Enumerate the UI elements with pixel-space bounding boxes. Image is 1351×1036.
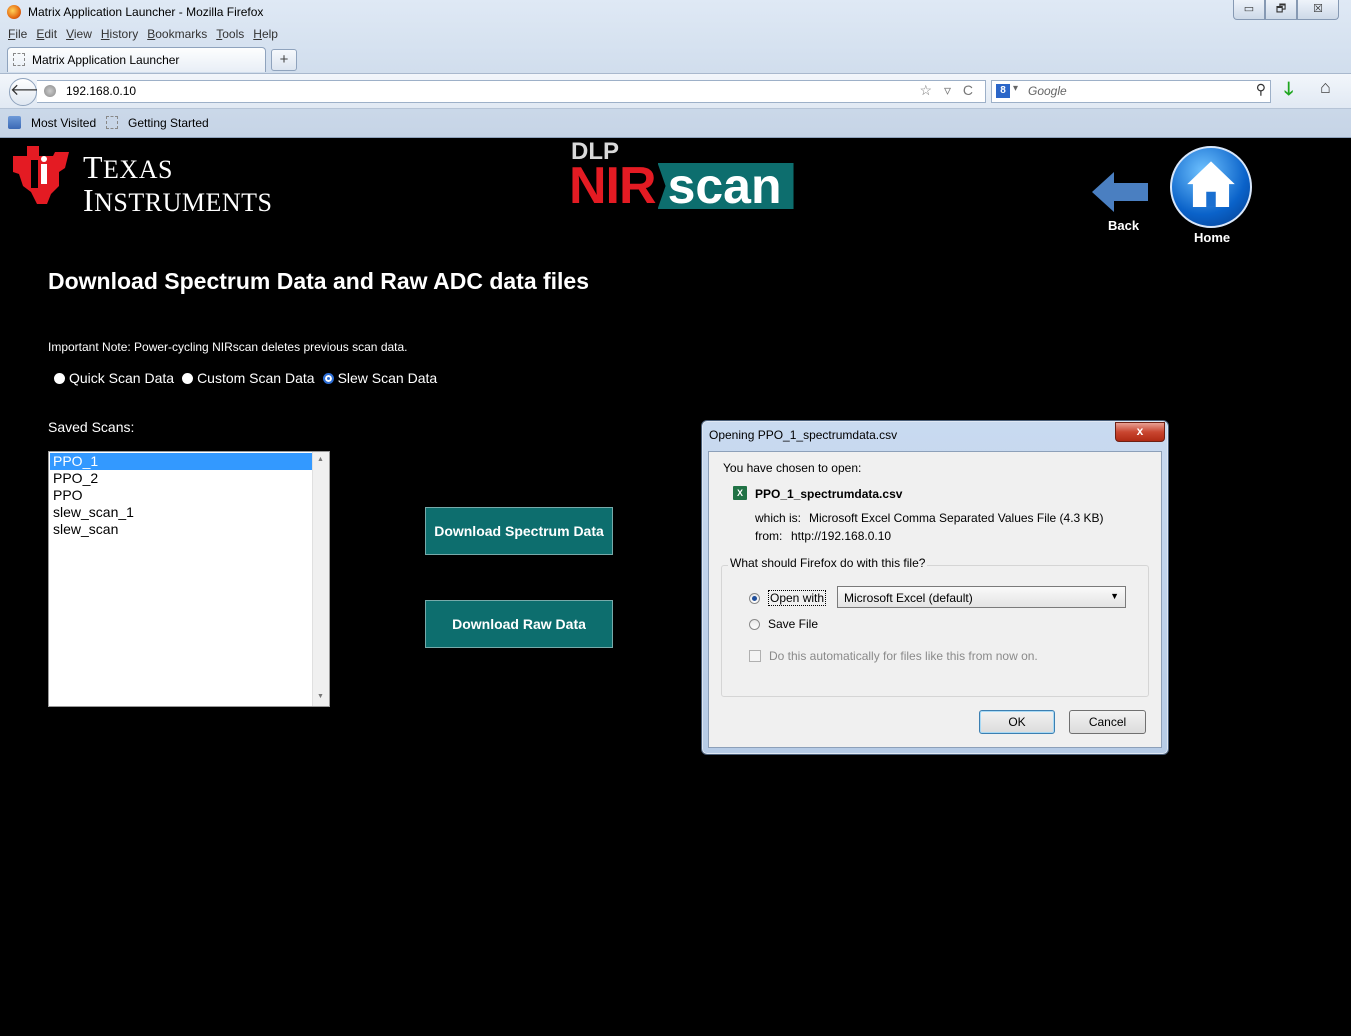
- from-value: http://192.168.0.10: [791, 529, 892, 543]
- menu-edit[interactable]: Edit: [36, 27, 57, 41]
- bookmark-most-visited[interactable]: Most Visited: [31, 116, 96, 130]
- scroll-up-icon[interactable]: ▲: [317, 456, 324, 463]
- firefox-logo-icon: [7, 5, 21, 19]
- close-window-button[interactable]: ☒: [1297, 0, 1339, 20]
- dialog-title: Opening PPO_1_spectrumdata.csv: [709, 428, 898, 442]
- open-with-radio[interactable]: [749, 592, 760, 604]
- new-tab-button[interactable]: +: [271, 49, 297, 71]
- bookmark-getting-started[interactable]: Getting Started: [128, 116, 209, 130]
- list-item[interactable]: slew_scan_1: [50, 504, 313, 521]
- nirscan-logo: NIR scan: [569, 160, 794, 212]
- dialog-body: You have chosen to open: X PPO_1_spectru…: [708, 451, 1162, 748]
- which-is-value: Microsoft Excel Comma Separated Values F…: [809, 511, 1104, 525]
- slew-scan-label[interactable]: Slew Scan Data: [338, 370, 438, 386]
- window-title: Matrix Application Launcher - Mozilla Fi…: [28, 5, 264, 19]
- saved-scans-list[interactable]: PPO_1 PPO_2 PPO slew_scan_1 slew_scan ▲ …: [48, 451, 330, 707]
- open-with-label[interactable]: Open with: [768, 590, 827, 606]
- download-spectrum-data-button[interactable]: Download Spectrum Data: [425, 507, 613, 555]
- house-icon: [1187, 161, 1235, 207]
- search-icon[interactable]: ⚲: [1256, 81, 1266, 98]
- list-item[interactable]: PPO_1: [50, 453, 313, 470]
- nir-logo-text: NIR: [569, 157, 657, 215]
- list-item[interactable]: slew_scan: [50, 521, 313, 538]
- restore-button[interactable]: 🗗: [1265, 0, 1297, 20]
- menu-tools[interactable]: Tools: [216, 27, 244, 41]
- quick-scan-radio[interactable]: [54, 372, 65, 384]
- scroll-down-icon[interactable]: ▼: [317, 693, 324, 700]
- list-scrollbar[interactable]: ▲ ▼: [312, 452, 329, 706]
- google-engine-icon[interactable]: 8: [996, 84, 1010, 98]
- home-circle: [1170, 146, 1252, 228]
- auto-checkbox: [749, 650, 761, 662]
- url-text[interactable]: 192.168.0.10: [66, 84, 136, 98]
- ok-button[interactable]: OK: [979, 710, 1055, 734]
- from-label: from:: [755, 529, 783, 543]
- back-button[interactable]: Back: [1090, 166, 1154, 236]
- menu-history[interactable]: History: [101, 27, 138, 41]
- tab-matrix-launcher[interactable]: Matrix Application Launcher: [7, 47, 266, 72]
- open-with-app-select[interactable]: Microsoft Excel (default) ▼: [837, 586, 1126, 608]
- saved-scans-items: PPO_1 PPO_2 PPO slew_scan_1 slew_scan: [50, 453, 313, 538]
- cancel-button[interactable]: Cancel: [1069, 710, 1146, 734]
- action-group: [721, 565, 1149, 697]
- minimize-button[interactable]: ▭: [1233, 0, 1265, 20]
- search-input[interactable]: 8 ▾ Google ⚲: [991, 80, 1271, 103]
- download-icon[interactable]: 🡓: [1284, 77, 1293, 107]
- dialog-filename: PPO_1_spectrumdata.csv: [755, 487, 903, 501]
- url-bar[interactable]: 192.168.0.10 ☆ ▿ C: [37, 80, 986, 103]
- download-dialog: Opening PPO_1_spectrumdata.csv x You hav…: [701, 420, 1169, 755]
- browser-chrome: Matrix Application Launcher - Mozilla Fi…: [0, 0, 1351, 138]
- menu-bar: File Edit View History Bookmarks Tools H…: [8, 27, 278, 41]
- scan-type-radio-group: Quick Scan Data Custom Scan Data Slew Sc…: [54, 370, 445, 386]
- menu-file[interactable]: File: [8, 27, 27, 41]
- slew-scan-radio[interactable]: [322, 372, 334, 384]
- page-favicon-icon: [13, 53, 25, 66]
- home-icon[interactable]: ⌂: [1320, 77, 1331, 98]
- quick-scan-label[interactable]: Quick Scan Data: [69, 370, 174, 386]
- dialog-close-button[interactable]: x: [1115, 422, 1165, 442]
- home-button[interactable]: Home: [1168, 146, 1258, 246]
- back-label: Back: [1108, 218, 1140, 233]
- save-file-radio[interactable]: [749, 618, 760, 630]
- custom-scan-radio[interactable]: [182, 372, 194, 384]
- menu-view[interactable]: View: [66, 27, 92, 41]
- engine-dropdown-icon[interactable]: ▾: [1013, 83, 1018, 94]
- ti-logo-icon: [13, 146, 69, 204]
- auto-label: Do this automatically for files like thi…: [769, 649, 1038, 663]
- excel-file-icon: X: [733, 486, 747, 500]
- bookmarks-bar: Most Visited Getting Started: [0, 110, 1351, 136]
- save-file-label[interactable]: Save File: [768, 617, 818, 631]
- page-title: Download Spectrum Data and Raw ADC data …: [48, 268, 590, 294]
- title-bar: Matrix Application Launcher - Mozilla Fi…: [0, 0, 1351, 24]
- search-placeholder: Google: [1028, 84, 1067, 98]
- navigation-bar: 🡐 192.168.0.10 ☆ ▿ C 8 ▾ Google ⚲: [0, 73, 1351, 109]
- window-controls: ▭ 🗗 ☒: [1233, 0, 1339, 20]
- list-item[interactable]: PPO_2: [50, 470, 313, 487]
- which-is-label: which is:: [755, 511, 802, 525]
- dialog-chosen-text: You have chosen to open:: [723, 461, 862, 475]
- open-with-option[interactable]: Open with: [749, 590, 827, 606]
- auto-option: Do this automatically for files like thi…: [749, 649, 1038, 663]
- home-label: Home: [1194, 230, 1231, 245]
- getting-started-icon: [106, 116, 118, 129]
- ti-wordmark: TEXAS INSTRUMENTS: [83, 149, 273, 218]
- custom-scan-label[interactable]: Custom Scan Data: [197, 370, 315, 386]
- tab-label: Matrix Application Launcher: [32, 53, 180, 67]
- saved-scans-label: Saved Scans:: [48, 419, 135, 435]
- action-question: What should Firefox do with this file?: [728, 556, 928, 570]
- open-with-app-value: Microsoft Excel (default): [844, 591, 973, 605]
- list-item[interactable]: PPO: [50, 487, 313, 504]
- important-note: Important Note: Power-cycling NIRscan de…: [48, 340, 408, 354]
- back-arrow-icon: [1092, 172, 1148, 212]
- back-arrow-icon[interactable]: 🡐: [9, 78, 53, 106]
- scan-logo-text: scan: [657, 163, 794, 209]
- download-raw-data-button[interactable]: Download Raw Data: [425, 600, 613, 648]
- menu-help[interactable]: Help: [253, 27, 278, 41]
- dropdown-arrow-icon: ▼: [1110, 591, 1119, 601]
- save-file-option[interactable]: Save File: [749, 617, 818, 631]
- url-bar-tools[interactable]: ☆ ▿ C: [920, 82, 977, 99]
- most-visited-icon: [8, 116, 21, 129]
- site-identity-icon[interactable]: [44, 85, 56, 97]
- menu-bookmarks[interactable]: Bookmarks: [147, 27, 207, 41]
